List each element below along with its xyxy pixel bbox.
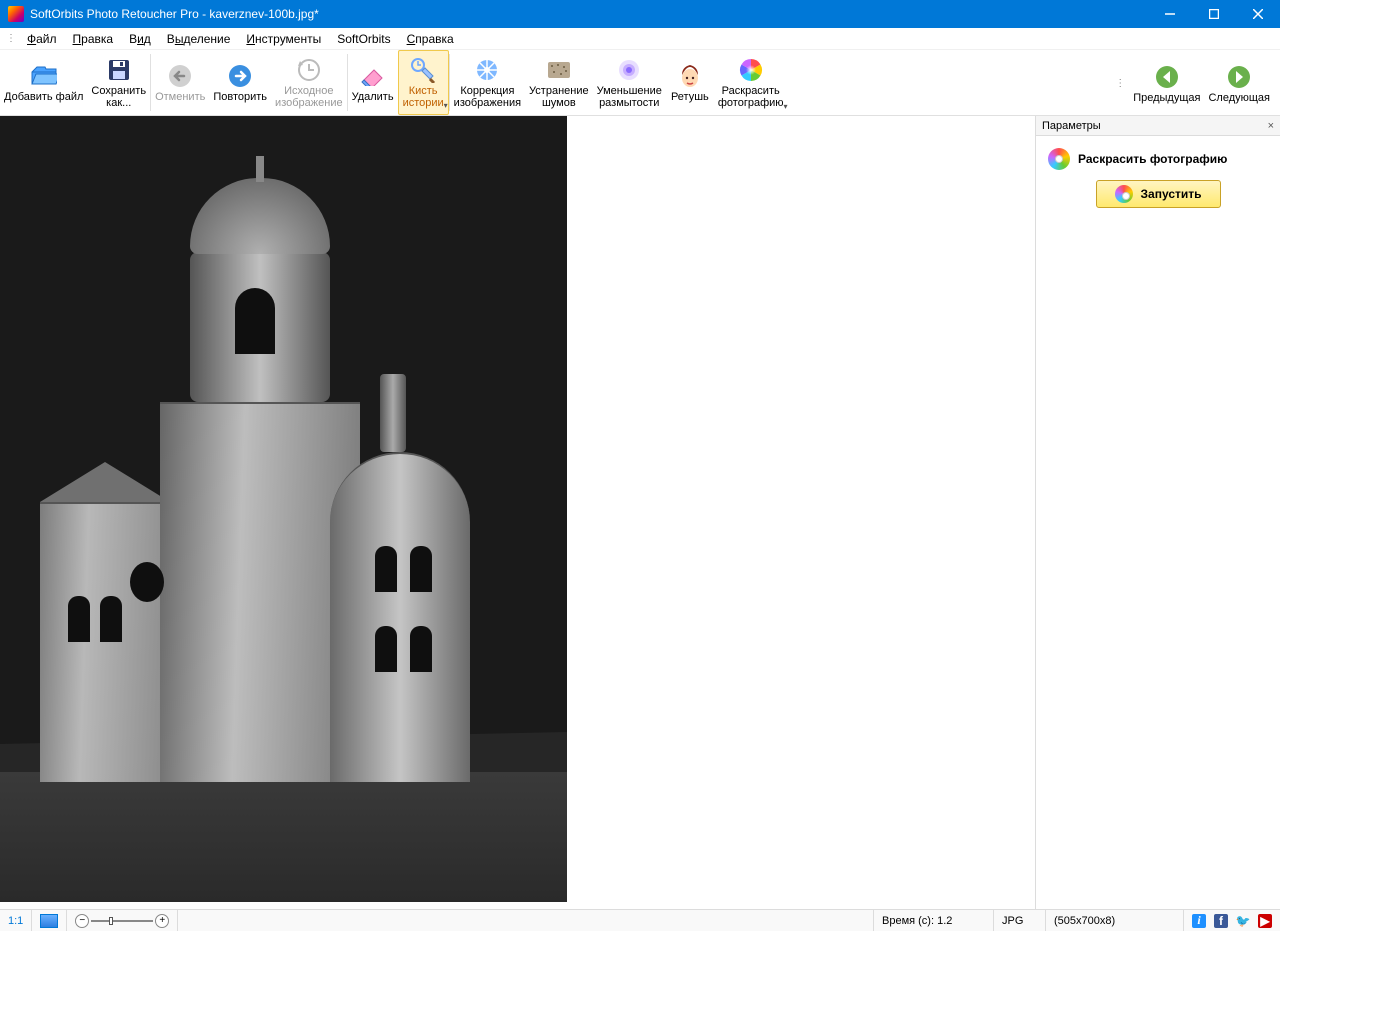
color-correction-label: Коррекция изображения [454, 85, 521, 109]
menu-view[interactable]: Вид [121, 30, 159, 48]
menu-selection[interactable]: Выделение [159, 30, 239, 48]
colorize-label: Раскрасить фотографию [718, 85, 784, 109]
starburst-icon [474, 57, 500, 83]
prev-label: Предыдущая [1133, 92, 1200, 104]
add-file-button[interactable]: Добавить файл [0, 50, 87, 115]
menu-file[interactable]: Файл [19, 30, 65, 48]
image-canvas[interactable] [0, 116, 1035, 909]
palette-icon [1115, 185, 1133, 203]
blur-icon [616, 57, 642, 83]
parameters-panel: Параметры × Раскрасить фотографию Запуст… [1035, 116, 1280, 909]
arrow-left-icon [1154, 64, 1180, 90]
minimize-button[interactable] [1148, 0, 1192, 28]
status-time: Время (с): 1.2 [874, 910, 994, 931]
zoom-thumb[interactable] [109, 917, 113, 925]
twitter-icon[interactable]: 🐦 [1236, 914, 1250, 928]
dropdown-icon[interactable]: ▾ [444, 100, 448, 112]
window-title: SoftOrbits Photo Retoucher Pro - kaverzn… [30, 7, 1148, 21]
denoise-label: Устранение шумов [529, 85, 589, 109]
close-button[interactable] [1236, 0, 1280, 28]
color-wheel-icon [738, 57, 764, 83]
denoise-button[interactable]: Устранение шумов [525, 50, 593, 115]
eraser-icon [360, 63, 386, 89]
history-brush-button[interactable]: Кисть истории ▾ [398, 50, 449, 115]
toolbar: Добавить файл Сохранить как... Отменить … [0, 50, 1280, 116]
prev-image-button[interactable]: Предыдущая [1129, 50, 1204, 116]
undo-icon [167, 63, 193, 89]
colorize-button[interactable]: Раскрасить фотографию ▾ [714, 50, 788, 115]
clock-revert-icon [296, 57, 322, 83]
save-as-button[interactable]: Сохранить как... [87, 50, 150, 115]
arrow-right-icon [1226, 64, 1252, 90]
panel-close-button[interactable]: × [1268, 120, 1274, 132]
run-label: Запустить [1141, 187, 1202, 201]
maximize-button[interactable] [1192, 0, 1236, 28]
save-icon [106, 57, 132, 83]
status-format: JPG [994, 910, 1046, 931]
panel-section-label: Раскрасить фотографию [1048, 148, 1268, 170]
status-dimensions: (505x700x8) [1046, 910, 1184, 931]
photo-content [0, 116, 567, 902]
statusbar: 1:1 − + Время (с): 1.2 JPG (505x700x8) i… [0, 909, 1280, 931]
zoom-in-button[interactable]: + [155, 914, 169, 928]
panel-header: Параметры × [1036, 116, 1280, 136]
zoom-track[interactable] [91, 920, 153, 922]
titlebar: SoftOrbits Photo Retoucher Pro - kaverzn… [0, 0, 1280, 28]
dropdown-icon[interactable]: ▾ [784, 101, 788, 113]
face-icon [677, 63, 703, 89]
retouch-button[interactable]: Ретушь [666, 50, 714, 115]
info-icon[interactable]: i [1192, 914, 1206, 928]
menu-softorbits[interactable]: SoftOrbits [329, 30, 398, 48]
palette-icon [1048, 148, 1070, 170]
menu-edit[interactable]: Правка [65, 30, 122, 48]
menubar: ⋮ Файл Правка Вид Выделение Инструменты … [0, 28, 1280, 50]
menubar-grip[interactable]: ⋮ [4, 33, 19, 44]
run-button[interactable]: Запустить [1096, 180, 1221, 208]
undo-label: Отменить [155, 91, 205, 103]
main-area: Параметры × Раскрасить фотографию Запуст… [0, 116, 1280, 909]
zoom-out-button[interactable]: − [75, 914, 89, 928]
statusbar-spacer [178, 910, 874, 931]
next-image-button[interactable]: Следующая [1204, 50, 1274, 116]
next-label: Следующая [1208, 92, 1270, 104]
add-file-label: Добавить файл [4, 91, 83, 103]
social-links: i f 🐦 ▶ [1184, 914, 1280, 928]
youtube-icon[interactable]: ▶ [1258, 914, 1272, 928]
remove-button[interactable]: Удалить [348, 50, 398, 115]
redo-button[interactable]: Повторить [209, 50, 271, 115]
zoom-actual-button[interactable]: 1:1 [0, 910, 32, 931]
history-brush-icon [410, 57, 436, 83]
redo-label: Повторить [213, 91, 267, 103]
facebook-icon[interactable]: f [1214, 914, 1228, 928]
zoom-fit-button[interactable] [32, 910, 67, 931]
undo-button[interactable]: Отменить [151, 50, 209, 115]
remove-label: Удалить [352, 91, 394, 103]
folder-open-icon [31, 63, 57, 89]
color-correction-button[interactable]: Коррекция изображения [450, 50, 525, 115]
zoom-slider: − + [67, 910, 178, 931]
redo-icon [227, 63, 253, 89]
retouch-label: Ретушь [671, 91, 709, 103]
menu-help[interactable]: Справка [399, 30, 462, 48]
deblur-button[interactable]: Уменьшение размытости [593, 50, 666, 115]
window-buttons [1148, 0, 1280, 28]
app-icon [8, 6, 24, 22]
save-as-label: Сохранить как... [91, 85, 146, 109]
deblur-label: Уменьшение размытости [597, 85, 662, 109]
panel-title: Параметры [1042, 120, 1101, 132]
original-image-button[interactable]: Исходное изображение [271, 50, 347, 115]
toolbar-nav: ⋮ Предыдущая Следующая [1115, 50, 1274, 116]
noise-icon [546, 57, 572, 83]
menu-tools[interactable]: Инструменты [238, 30, 329, 48]
original-image-label: Исходное изображение [275, 85, 343, 109]
history-brush-label: Кисть истории [403, 85, 444, 109]
